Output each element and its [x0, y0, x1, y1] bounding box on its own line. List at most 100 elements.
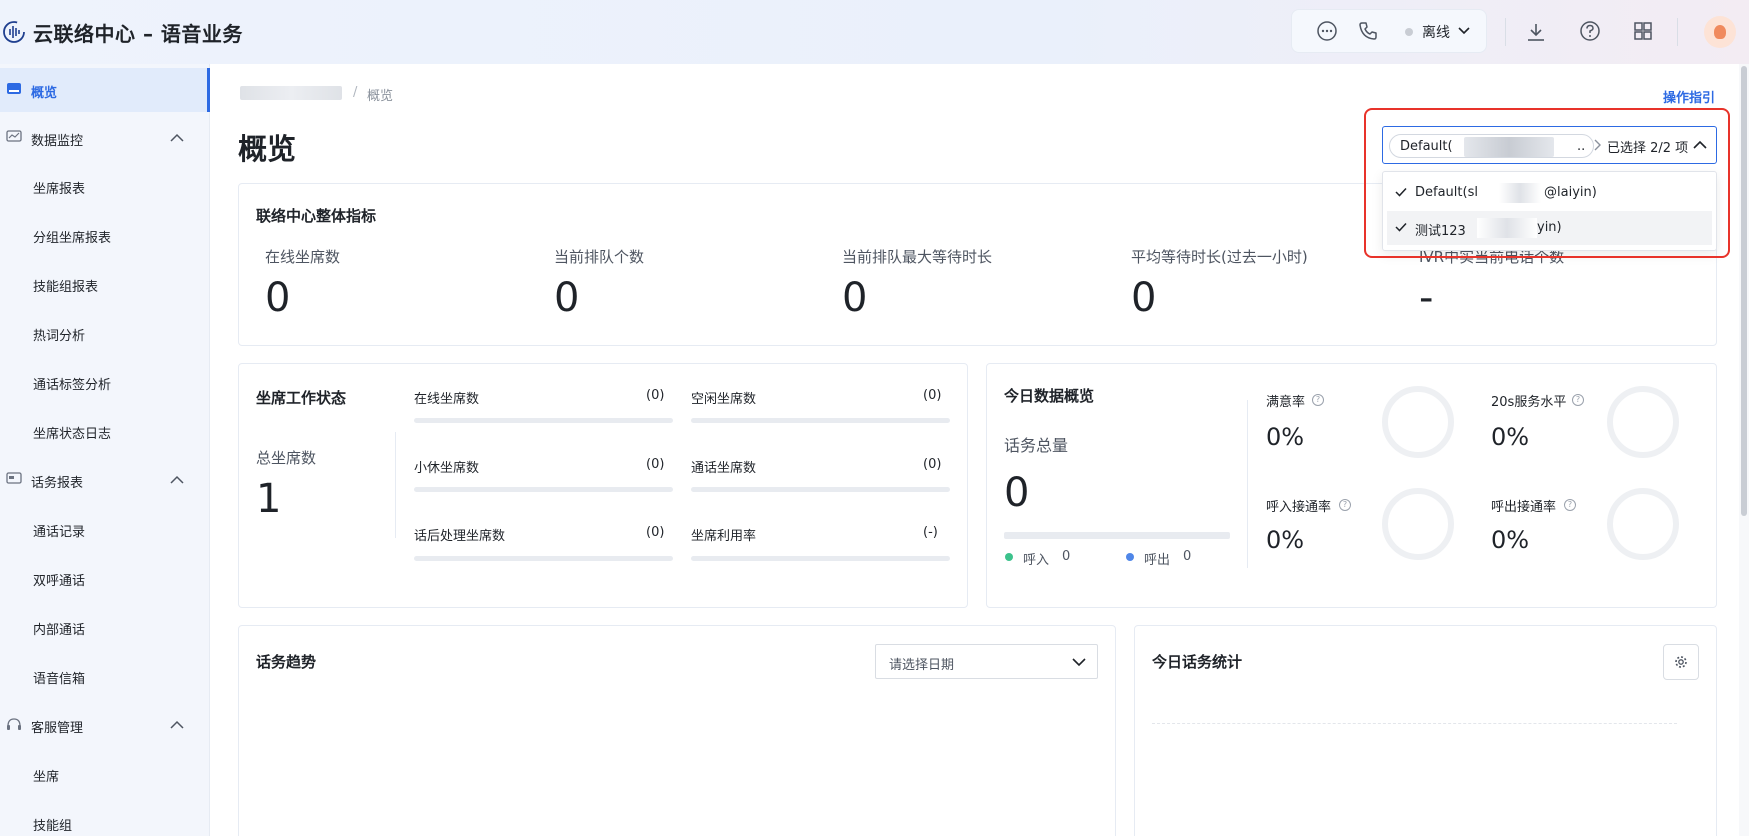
agent-status-title: 坐席工作状态: [256, 389, 347, 407]
agent-stat-bar: [691, 487, 950, 492]
sidebar-item-call-records[interactable]: 通话记录: [0, 507, 209, 551]
sidebar-item-label: 内部通话: [33, 623, 86, 638]
avatar[interactable]: [1704, 16, 1736, 48]
agent-stat-label: 坐席利用率: [691, 529, 757, 544]
sidebar-item-overview[interactable]: 概览: [0, 68, 210, 112]
chat-icon[interactable]: [1316, 20, 1338, 42]
sidebar-item-label: 坐席报表: [33, 182, 86, 197]
agent-stat-bar: [414, 556, 673, 561]
sidebar-item-label: 技能组: [33, 819, 73, 834]
sidebar-item-label: 概览: [31, 86, 58, 101]
sidebar-item-voicemail[interactable]: 语音信箱: [0, 654, 209, 698]
sidebar-item-agents[interactable]: 坐席: [0, 752, 209, 796]
gear-icon: [1675, 656, 1687, 668]
sidebar-item-call-tags[interactable]: 通话标签分析: [0, 360, 209, 404]
metric-value: 0: [265, 275, 291, 321]
sidebar-item-label: 通话标签分析: [33, 378, 112, 393]
call-total-value: 0: [1004, 470, 1030, 516]
rate-ring-chart: [1607, 386, 1679, 458]
overview-icon: [7, 83, 21, 94]
apps-grid-icon[interactable]: [1632, 20, 1654, 42]
monitor-icon: [6, 130, 22, 142]
today-overview-title: 今日数据概览: [1004, 387, 1095, 405]
card-divider: [1247, 400, 1248, 568]
sidebar-item-skill-groups[interactable]: 技能组: [0, 801, 209, 836]
rate-ring-chart: [1382, 488, 1454, 560]
sidebar-item-data-monitor[interactable]: 数据监控: [0, 116, 209, 160]
app-title: 云联络中心 – 语音业务: [33, 22, 243, 46]
breadcrumb-parent-redacted[interactable]: [240, 86, 342, 100]
sidebar-item-label: 双呼通话: [33, 574, 86, 589]
agent-stat-count: (-): [923, 525, 938, 540]
rate-label: 满意率: [1266, 395, 1306, 410]
metric-value: 0: [1131, 275, 1157, 321]
breadcrumb-separator: /: [353, 85, 358, 100]
phone-icon[interactable]: [1357, 20, 1379, 42]
agent-stat-count: (0): [923, 388, 942, 403]
help-icon[interactable]: [1579, 20, 1601, 42]
date-picker[interactable]: 请选择日期: [875, 644, 1098, 679]
metric-label: 平均等待时长(过去一小时): [1131, 248, 1308, 266]
agent-stat-bar: [691, 418, 950, 423]
report-icon: [6, 472, 22, 484]
sidebar-item-hot-words[interactable]: 热词分析: [0, 311, 209, 355]
chevron-up-icon[interactable]: [170, 475, 184, 484]
call-ratio-bar: [1004, 532, 1230, 539]
rate-label: 呼出接通率: [1491, 500, 1557, 515]
sidebar-item-dual-call[interactable]: 双呼通话: [0, 556, 209, 600]
chevron-up-icon[interactable]: [170, 720, 184, 729]
page-scrollbar[interactable]: [1739, 64, 1749, 836]
chevron-down-icon: [1072, 658, 1086, 667]
settings-button[interactable]: [1663, 644, 1699, 680]
agent-stat-count: (0): [646, 525, 665, 540]
sidebar: 概览 数据监控 坐席报表 分组坐席报表 技能组报表 热词分析 通话标签分析 坐席…: [0, 64, 210, 836]
sidebar-item-group-agent-report[interactable]: 分组坐席报表: [0, 213, 209, 257]
sidebar-item-label: 通话记录: [33, 525, 86, 540]
sidebar-item-label: 数据监控: [31, 134, 84, 149]
total-agents-value: 1: [256, 476, 282, 522]
sidebar-item-service-management[interactable]: 客服管理: [0, 703, 209, 747]
agent-stat-bar: [414, 487, 673, 492]
chevron-up-icon[interactable]: [170, 133, 184, 142]
agent-status-card: [238, 363, 968, 608]
sidebar-item-label: 技能组报表: [33, 280, 99, 295]
download-icon[interactable]: [1525, 21, 1547, 43]
call-trend-title: 话务趋势: [256, 653, 317, 671]
metric-value: 0: [842, 275, 868, 321]
operation-guide-link[interactable]: 操作指引: [1663, 87, 1715, 106]
sidebar-item-label: 热词分析: [33, 329, 86, 344]
call-total-label: 话务总量: [1004, 436, 1069, 455]
inbound-legend-dot: [1005, 553, 1013, 561]
sidebar-item-label: 坐席状态日志: [33, 427, 112, 442]
headset-icon: [7, 718, 21, 730]
page-title: 概览: [238, 132, 297, 166]
header-divider: [1677, 18, 1678, 46]
outbound-legend-value: 0: [1183, 549, 1192, 564]
status-label[interactable]: 离线: [1422, 22, 1450, 42]
help-icon[interactable]: ?: [1312, 394, 1324, 406]
agent-stat-count: (0): [646, 388, 665, 403]
sidebar-item-skill-group-report[interactable]: 技能组报表: [0, 262, 209, 306]
agent-stat-bar: [691, 556, 950, 561]
agent-stat-label: 空闲坐席数: [691, 392, 757, 407]
rate-label: 呼入接通率: [1266, 500, 1332, 515]
metric-value: 0: [554, 275, 580, 321]
help-icon[interactable]: ?: [1339, 499, 1351, 511]
inbound-legend-value: 0: [1062, 549, 1071, 564]
chevron-down-icon[interactable]: [1458, 26, 1470, 36]
sidebar-item-agent-report[interactable]: 坐席报表: [0, 164, 209, 208]
rate-ring-chart: [1382, 386, 1454, 458]
sidebar-item-call-report[interactable]: 话务报表: [0, 458, 209, 502]
rate-ring-chart: [1607, 488, 1679, 560]
rate-value: 0%: [1491, 526, 1530, 554]
scrollbar-thumb[interactable]: [1741, 66, 1747, 516]
today-overview-card: [986, 363, 1717, 608]
sidebar-item-internal-call[interactable]: 内部通话: [0, 605, 209, 649]
sidebar-item-agent-status-log[interactable]: 坐席状态日志: [0, 409, 209, 453]
metric-label: 当前排队个数: [554, 248, 645, 266]
sidebar-item-label: 语音信箱: [33, 672, 86, 687]
help-icon[interactable]: ?: [1572, 394, 1584, 406]
help-icon[interactable]: ?: [1564, 499, 1576, 511]
rate-label: 20s服务水平: [1491, 395, 1567, 410]
date-picker-placeholder: 请选择日期: [889, 658, 955, 673]
